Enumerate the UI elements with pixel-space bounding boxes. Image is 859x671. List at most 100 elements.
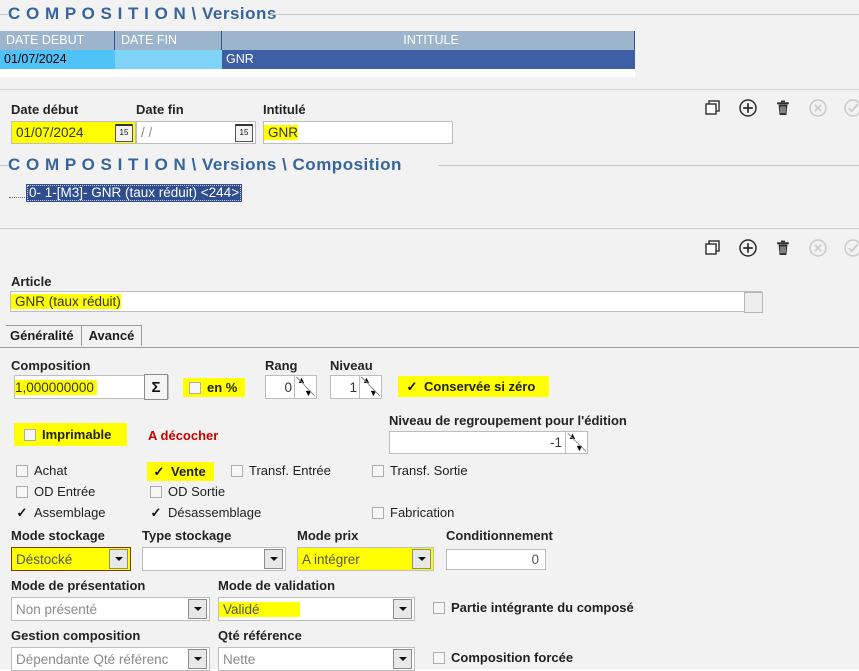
column-header-intitule[interactable]: INTITULE (222, 31, 635, 50)
delete-icon[interactable] (773, 238, 793, 258)
intitule-value: GNR (264, 125, 298, 140)
duplicate-icon[interactable] (703, 98, 723, 118)
composition-toolbar[interactable] (703, 238, 859, 258)
column-header-date-fin[interactable]: DATE FIN (115, 31, 222, 50)
mode-validation-select[interactable]: Validé (218, 597, 415, 621)
date-debut-input[interactable]: 01/07/2024 15 (11, 121, 136, 144)
label-mode-validation: Mode de validation (218, 578, 336, 593)
article-input[interactable]: GNR (taux réduit) (10, 291, 762, 312)
delete-icon[interactable] (773, 98, 793, 118)
checkbox-box[interactable] (433, 601, 445, 614)
version-toolbar[interactable] (703, 98, 859, 118)
en-pourcent-checkbox[interactable]: en % (183, 378, 246, 397)
mode-stockage-select[interactable]: Déstocké (11, 547, 131, 571)
checkbox-box[interactable] (189, 381, 201, 394)
tab-bar[interactable]: Généralité Avancé (6, 325, 143, 346)
checkbox-box[interactable] (372, 506, 384, 519)
spinner-up-icon[interactable]: ▲ (362, 376, 371, 385)
tree-item-composition[interactable]: 0- 1-[M3]- GNR (taux réduit) <244> (9, 184, 243, 202)
mode-presentation-select[interactable]: Non présenté (11, 597, 210, 621)
checkbox-box[interactable] (16, 464, 28, 477)
flag-label: Vente (171, 464, 206, 479)
versions-grid[interactable]: DATE DEBUT DATE FIN INTITULE 01/07/2024 … (0, 31, 635, 77)
checkbox-box[interactable] (24, 428, 36, 441)
rang-input[interactable]: 0 ▲ ▼ (265, 375, 317, 399)
flag-od-sortie[interactable]: OD Sortie (150, 484, 225, 499)
tree-connector-icon (9, 188, 25, 198)
gestion-composition-select[interactable]: Dépendante Qté référenc (11, 647, 210, 671)
grid-empty-area (0, 69, 635, 77)
article-lookup-button[interactable] (744, 292, 763, 313)
chevron-down-icon[interactable] (264, 549, 283, 569)
conditionnement-input[interactable]: 0 (446, 549, 546, 570)
column-header-date-debut[interactable]: DATE DEBUT (0, 31, 115, 50)
chevron-down-icon[interactable] (393, 599, 412, 619)
tab-avance[interactable]: Avancé (80, 325, 143, 346)
niveau-input[interactable]: 1 ▲ ▼ (330, 375, 382, 399)
intitule-input[interactable]: GNR (263, 121, 453, 144)
table-row[interactable]: 01/07/2024 GNR (0, 50, 635, 69)
composition-forcee-checkbox[interactable]: Composition forcée (433, 650, 573, 665)
chevron-down-icon[interactable] (188, 649, 207, 669)
flag-desassemblage[interactable]: ✓ Désassemblage (150, 505, 262, 520)
checkbox-box[interactable] (16, 485, 28, 498)
flag-transf-entree[interactable]: Transf. Entrée (231, 463, 331, 478)
versions-grid-header: DATE DEBUT DATE FIN INTITULE (0, 31, 635, 50)
date-fin-value: / / (141, 125, 153, 140)
flag-transf-sortie[interactable]: Transf. Sortie (372, 463, 468, 478)
chevron-down-icon[interactable] (412, 549, 431, 569)
add-icon[interactable] (738, 98, 758, 118)
chevron-down-icon[interactable] (393, 649, 412, 669)
label-niveau: Niveau (330, 358, 373, 373)
spinner-down-icon[interactable]: ▼ (369, 389, 378, 398)
niveau-regroupement-stepper[interactable]: ▲ ▼ (565, 432, 587, 453)
type-stockage-select[interactable] (142, 547, 286, 571)
tree-item-label[interactable]: 0- 1-[M3]- GNR (taux réduit) <244> (26, 184, 243, 202)
flag-assemblage[interactable]: ✓ Assemblage (16, 505, 106, 520)
spinner-down-icon[interactable]: ▼ (304, 389, 313, 398)
cell-date-fin[interactable] (115, 50, 222, 69)
spinner-down-icon[interactable]: ▼ (575, 444, 584, 453)
duplicate-icon[interactable] (703, 238, 723, 258)
partie-integrante-checkbox[interactable]: Partie intégrante du composé (433, 600, 634, 615)
mode-stockage-value: Déstocké (16, 551, 73, 567)
flag-od-entree[interactable]: OD Entrée (16, 484, 95, 499)
flag-fabrication[interactable]: Fabrication (372, 505, 454, 520)
label-article: Article (11, 274, 52, 289)
imprimable-checkbox[interactable]: Imprimable (14, 423, 128, 446)
calendar-icon[interactable]: 15 (115, 123, 133, 142)
conservee-si-zero-checkbox[interactable]: ✓ Conservée si zéro (398, 376, 550, 397)
tab-generalite[interactable]: Généralité (6, 325, 82, 346)
niveau-stepper[interactable]: ▲ ▼ (359, 376, 381, 398)
checkbox-box[interactable] (150, 485, 162, 498)
spinner-up-icon[interactable]: ▲ (297, 376, 306, 385)
validate-icon (843, 238, 859, 258)
label-composition: Composition (11, 358, 91, 373)
flag-achat[interactable]: Achat (16, 463, 67, 478)
chevron-down-icon[interactable] (109, 549, 128, 569)
flag-label: Achat (34, 463, 68, 478)
gestion-composition-value: Dépendante Qté référenc (16, 651, 169, 667)
rang-stepper[interactable]: ▲ ▼ (294, 376, 316, 398)
cancel-icon (808, 98, 828, 118)
sum-icon[interactable]: Σ (144, 374, 168, 400)
spinner-up-icon[interactable]: ▲ (568, 432, 577, 441)
chevron-down-icon[interactable] (188, 599, 207, 619)
mode-prix-select[interactable]: A intégrer (297, 547, 434, 571)
checkbox-box[interactable] (231, 464, 243, 477)
calendar-icon[interactable]: 15 (235, 123, 253, 142)
date-fin-input[interactable]: / / 15 (136, 121, 256, 144)
niveau-regroupement-input[interactable]: -1 ▲ ▼ (389, 431, 588, 454)
title-rule-left-2 (0, 165, 8, 166)
qte-reference-select[interactable]: Nette (218, 647, 415, 671)
flag-vente[interactable]: ✓ Vente (147, 462, 214, 481)
cell-date-debut[interactable]: 01/07/2024 (0, 50, 115, 69)
article-value: GNR (taux réduit) (11, 294, 121, 309)
cell-intitule[interactable]: GNR (222, 50, 635, 69)
add-icon[interactable] (738, 238, 758, 258)
checkbox-box[interactable] (372, 464, 384, 477)
checkbox-box[interactable] (433, 651, 445, 664)
label-mode-presentation: Mode de présentation (11, 578, 146, 593)
composition-input[interactable]: 1,000000000 Σ (14, 374, 169, 400)
mode-presentation-value: Non présenté (16, 601, 98, 617)
